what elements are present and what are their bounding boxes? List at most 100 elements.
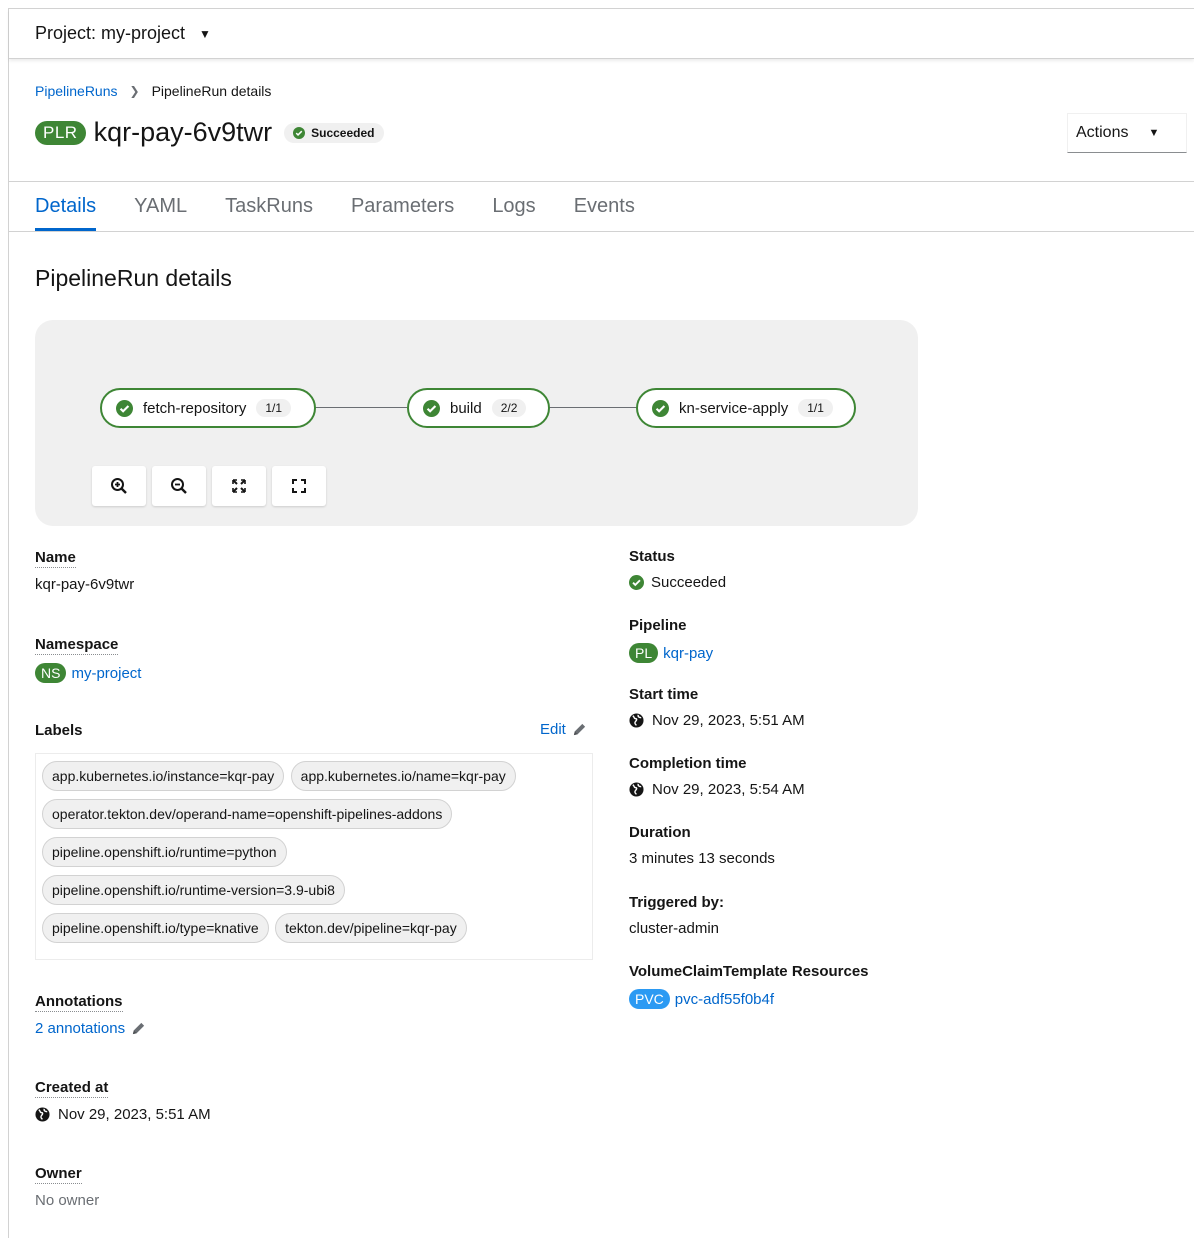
fit-to-screen-button[interactable] [212,466,266,506]
field-owner: Owner No owner [35,1165,99,1209]
zoom-out-icon [171,478,187,494]
namespace-link[interactable]: my-project [71,665,141,682]
globe-icon [629,782,644,797]
completion-time-value: Nov 29, 2023, 5:54 AM [652,781,805,798]
field-labels: Labels [35,722,83,740]
resource-type-badge: PLR [35,120,86,145]
caret-down-icon: ▼ [199,26,211,41]
field-label: Duration [629,824,691,841]
tab-logs[interactable]: Logs [492,181,535,231]
tab-parameters[interactable]: Parameters [351,181,454,231]
field-label: Pipeline [629,617,687,634]
check-circle-icon [293,126,306,139]
divider [9,231,1194,232]
field-label: Completion time [629,755,747,772]
field-value: PL kqr-pay [629,643,713,663]
zoom-out-button[interactable] [152,466,206,506]
pipeline-link[interactable]: kqr-pay [663,645,713,662]
project-selector-label: Project: my-project [35,23,186,43]
chevron-right-icon: ❯ [129,84,140,98]
created-value: Nov 29, 2023, 5:51 AM [58,1106,211,1123]
field-label: Created at [35,1079,109,1098]
annotations-button[interactable]: 2 annotations [35,1020,146,1037]
project-selector[interactable]: Project: my-project ▼ [9,9,1194,59]
field-label: Triggered by: [629,894,725,911]
field-start-time: Start time Nov 29, 2023, 5:51 AM [629,686,805,729]
tab-events[interactable]: Events [574,181,635,231]
pipeline-task-node[interactable]: kn-service-apply 1/1 [636,388,856,428]
task-name: build [450,399,482,417]
labels-list: app.kubernetes.io/instance=kqr-pay app.k… [35,753,593,960]
field-label: Name [35,549,76,568]
zoom-in-icon [111,478,127,494]
task-count: 2/2 [491,399,527,417]
tab-taskruns[interactable]: TaskRuns [225,181,313,231]
field-value: PVC pvc-adf55f0b4f [629,989,869,1009]
page-title: kqr-pay-6v9twr [93,117,273,147]
field-namespace: Namespace NS my-project [35,636,141,683]
label-chip: pipeline.openshift.io/type=knative [42,913,269,943]
annotations-link: 2 annotations [35,1020,126,1037]
pipeline-task-node[interactable]: fetch-repository 1/1 [100,388,316,428]
graph-edge [549,407,637,408]
tab-details[interactable]: Details [35,181,97,231]
status-badge: Succeeded [284,122,384,143]
fit-to-screen-icon [232,479,246,493]
actions-label: Actions [1076,124,1129,141]
pipeline-task-node[interactable]: build 2/2 [407,388,550,428]
zoom-in-button[interactable] [92,466,146,506]
field-value: Nov 29, 2023, 5:51 AM [35,1106,211,1123]
caret-down-icon: ▼ [1148,127,1160,139]
reset-view-button[interactable] [272,466,326,506]
actions-dropdown[interactable]: Actions ▼ [1067,113,1187,153]
field-label: Namespace [35,636,119,655]
check-circle-icon [652,399,669,417]
field-value: kqr-pay-6v9twr [35,576,135,593]
task-name: kn-service-apply [679,399,789,417]
breadcrumb: PipelineRuns ❯ PipelineRun details [35,83,271,99]
field-status: Status Succeeded [629,548,726,591]
graph-edge [315,407,407,408]
field-label: Status [629,548,675,565]
breadcrumb-pipelineruns-link[interactable]: PipelineRuns [35,83,118,99]
field-completion-time: Completion time Nov 29, 2023, 5:54 AM [629,755,805,798]
field-triggered-by: Triggered by: cluster-admin [629,894,724,937]
label-chip: pipeline.openshift.io/runtime-version=3.… [42,875,345,905]
edit-labels-button[interactable]: Edit [540,721,587,738]
pipeline-topology[interactable]: fetch-repository 1/1 build 2/2 kn-servic… [35,320,918,526]
page-frame: Project: my-project ▼ PipelineRuns ❯ Pip… [8,8,1194,1238]
label-chip: app.kubernetes.io/instance=kqr-pay [42,761,285,791]
tab-yaml[interactable]: YAML [134,181,187,231]
status-value: Succeeded [651,574,727,591]
field-value: No owner [35,1192,100,1209]
edit-link-label: Edit [540,721,566,738]
field-value: cluster-admin [629,920,720,937]
section-title: PipelineRun details [35,265,232,291]
field-value: Nov 29, 2023, 5:54 AM [629,781,805,798]
pvc-link[interactable]: pvc-adf55f0b4f [675,991,774,1008]
namespace-badge: NS [35,663,67,683]
label-chip: pipeline.openshift.io/runtime=python [42,837,287,867]
field-name: Name kqr-pay-6v9twr [35,549,134,593]
field-value: Succeeded [629,574,726,591]
pencil-icon [132,1022,145,1035]
reset-view-icon [292,479,306,493]
globe-icon [35,1107,50,1122]
field-value: Nov 29, 2023, 5:51 AM [629,712,805,729]
page-header: PLR kqr-pay-6v9twr Succeeded [35,117,384,148]
field-value: NS my-project [35,663,141,683]
field-label: Owner [35,1165,82,1184]
field-created-at: Created at Nov 29, 2023, 5:51 AM [35,1079,211,1123]
label-chip: app.kubernetes.io/name=kqr-pay [290,761,516,791]
task-count: 1/1 [798,399,833,417]
field-pipeline: Pipeline PL kqr-pay [629,617,713,663]
task-name: fetch-repository [143,399,247,417]
label-chip: operator.tekton.dev/operand-name=openshi… [42,799,453,829]
check-circle-icon [423,399,440,417]
field-label: Labels [35,722,83,739]
pencil-icon [573,723,585,736]
status-badge-label: Succeeded [311,125,375,140]
pipeline-badge: PL [629,643,659,663]
field-label: Start time [629,686,699,703]
globe-icon [629,713,644,728]
